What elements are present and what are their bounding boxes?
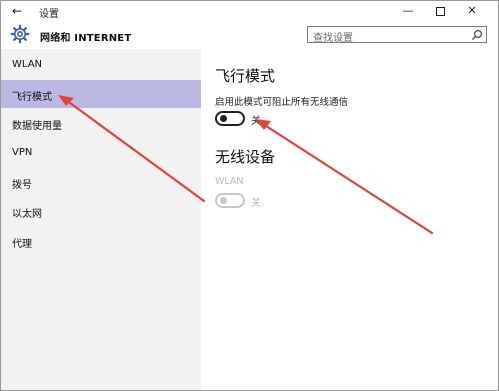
- sidebar-item-label: 数据使用量: [12, 121, 62, 132]
- sidebar-item-dialup[interactable]: 拨号: [1, 168, 201, 196]
- settings-window: ← 设置 — ✕ 网络和 INTERNET 查找设置 WLAN 飞行模式 数据使…: [0, 0, 499, 391]
- title-bar: ← 设置 — ✕: [1, 1, 498, 21]
- sidebar-item-ethernet[interactable]: 以太网: [1, 197, 201, 225]
- airplane-mode-toggle[interactable]: [215, 111, 245, 126]
- airplane-mode-description: 启用此模式可阻止所有无线通信: [215, 97, 349, 108]
- sidebar-item-vpn[interactable]: VPN: [1, 139, 201, 167]
- maximize-icon: [435, 6, 445, 16]
- sidebar: WLAN 飞行模式 数据使用量 VPN 拨号 以太网 代理: [1, 49, 201, 390]
- maximize-button[interactable]: [425, 1, 455, 21]
- main-content: 飞行模式 启用此模式可阻止所有无线通信 关 无线设备 WLAN 关: [201, 49, 498, 390]
- wlan-device-toggle: [215, 193, 245, 208]
- search-placeholder: 查找设置: [313, 33, 353, 44]
- sidebar-item-label: VPN: [12, 147, 33, 158]
- toggle-knob: [220, 115, 227, 122]
- page-header: 网络和 INTERNET 查找设置: [1, 21, 498, 49]
- wireless-devices-heading: 无线设备: [215, 148, 276, 166]
- airplane-mode-heading: 飞行模式: [215, 67, 276, 85]
- toggle-knob: [220, 197, 227, 204]
- sidebar-item-label: 飞行模式: [12, 92, 52, 103]
- search-input[interactable]: 查找设置: [307, 26, 487, 44]
- sidebar-item-data-usage[interactable]: 数据使用量: [1, 109, 201, 137]
- wlan-device-toggle-state: 关: [251, 198, 261, 209]
- sidebar-item-label: 以太网: [12, 209, 42, 220]
- sidebar-item-label: WLAN: [12, 59, 43, 70]
- search-icon[interactable]: [471, 29, 483, 41]
- airplane-mode-toggle-state: 关: [251, 116, 261, 127]
- sidebar-item-label: 代理: [12, 239, 32, 250]
- wlan-device-label: WLAN: [215, 176, 244, 187]
- gear-icon: [10, 24, 30, 44]
- back-button[interactable]: ←: [7, 3, 27, 19]
- close-button[interactable]: ✕: [457, 1, 487, 21]
- sidebar-item-airplane-mode[interactable]: 飞行模式: [1, 80, 201, 108]
- sidebar-item-proxy[interactable]: 代理: [1, 227, 201, 255]
- window-title: 设置: [39, 9, 59, 20]
- page-title: 网络和 INTERNET: [40, 33, 132, 44]
- minimize-button[interactable]: —: [393, 1, 423, 21]
- sidebar-item-label: 拨号: [12, 180, 32, 191]
- sidebar-item-wlan[interactable]: WLAN: [1, 51, 201, 79]
